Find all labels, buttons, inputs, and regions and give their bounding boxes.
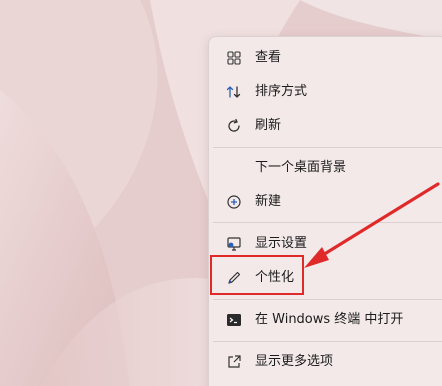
menu-item-show-more-options[interactable]: 显示更多选项: [209, 347, 442, 377]
menu-item-label: 排序方式: [255, 84, 308, 99]
desktop-context-menu: 查看 排序方式 刷新 下一个桌面背景 新建 显示设置 个性化 在 Windows…: [208, 36, 442, 386]
share-icon: [225, 354, 243, 370]
sort-icon: [225, 84, 243, 100]
menu-item-label: 查看: [255, 50, 282, 65]
menu-item-next-desktop-background[interactable]: 下一个桌面背景: [209, 153, 442, 183]
menu-item-open-in-terminal[interactable]: 在 Windows 终端 中打开: [209, 305, 442, 335]
menu-item-label: 新建: [255, 194, 282, 209]
grid-icon: [225, 50, 243, 66]
menu-item-label: 显示更多选项: [255, 354, 334, 369]
personalize-highlight-box: [210, 255, 304, 295]
plus-circle-icon: [225, 194, 243, 210]
menu-separator: [213, 222, 442, 223]
display-icon: [225, 236, 243, 252]
menu-separator: [213, 147, 442, 148]
menu-separator: [213, 341, 442, 342]
menu-item-label: 刷新: [255, 118, 282, 133]
menu-item-view[interactable]: 查看: [209, 43, 442, 73]
menu-separator: [213, 299, 442, 300]
refresh-icon: [225, 118, 243, 134]
menu-item-label: 下一个桌面背景: [255, 160, 347, 175]
terminal-icon: [225, 312, 243, 328]
menu-item-sort-by[interactable]: 排序方式: [209, 77, 442, 107]
menu-item-new[interactable]: 新建: [209, 187, 442, 217]
menu-item-label: 在 Windows 终端 中打开: [255, 312, 404, 327]
menu-item-refresh[interactable]: 刷新: [209, 111, 442, 141]
